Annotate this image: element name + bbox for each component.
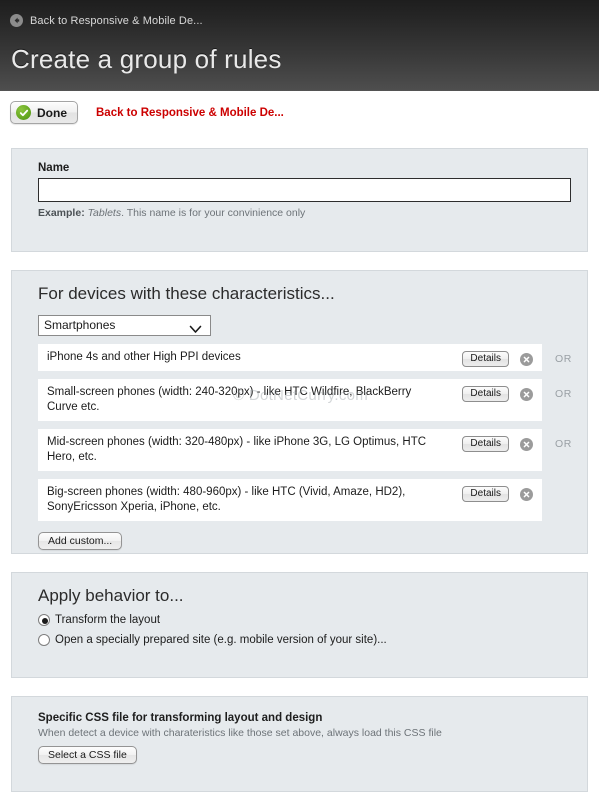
device-row: Small-screen phones (width: 240-320px) -… [38,379,571,421]
or-label: OR [555,388,572,400]
name-hint: Example: Tablets. This name is for your … [38,207,587,219]
radio-button[interactable] [38,614,50,626]
details-button[interactable]: Details [462,436,509,452]
behavior-panel-title: Apply behavior to... [38,586,184,605]
delete-circle-icon[interactable] [520,437,533,451]
device-row-controls: Details [462,486,533,502]
name-input[interactable] [38,178,571,202]
css-panel-description: When detect a device with charateristics… [38,727,442,739]
device-row-controls: Details [462,436,533,452]
device-row-controls: Details [462,351,533,367]
toolbar-back-link[interactable]: Back to Responsive & Mobile De... [96,107,284,119]
name-hint-prefix: Example: [38,207,88,219]
or-label: OR [555,353,572,365]
name-hint-suffix: . This name is for your convinience only [121,207,306,219]
name-hint-example: Tablets [87,207,122,219]
title-bar: Back to Responsive & Mobile De... Create… [0,0,599,91]
device-type-select[interactable]: Smartphones [38,315,211,336]
device-row-label: Big-screen phones (width: 480-960px) - l… [47,486,406,513]
arrow-left-circle-icon [10,14,23,27]
device-row-label: iPhone 4s and other High PPI devices [47,351,241,363]
behavior-panel: Apply behavior to... Transform the layou… [11,572,588,678]
behavior-options-group: Transform the layout Open a specially pre… [38,614,587,646]
page-title: Create a group of rules [11,44,282,74]
behavior-option[interactable]: Open a specially prepared site (e.g. mob… [38,634,587,646]
check-circle-icon [16,105,31,120]
device-row: iPhone 4s and other High PPI devices Deta… [38,344,571,371]
radio-button[interactable] [38,634,50,646]
done-button-label: Done [37,105,67,120]
details-button[interactable]: Details [462,386,509,402]
name-label: Name [38,162,70,174]
behavior-option-label: Open a specially prepared site (e.g. mob… [55,634,387,646]
behavior-option[interactable]: Transform the layout [38,614,587,626]
delete-circle-icon[interactable] [520,487,533,501]
chevron-down-icon [189,321,202,340]
toolbar: Done Back to Responsive & Mobile De... [0,91,599,135]
or-label: OR [555,438,572,450]
css-panel-title: Specific CSS file for transforming layou… [38,712,323,724]
device-row: Big-screen phones (width: 480-960px) - l… [38,479,542,521]
add-custom-button[interactable]: Add custom... [38,532,123,550]
device-type-select-value: Smartphones [44,318,116,332]
devices-panel-title: For devices with these characteristics..… [38,284,335,303]
name-panel: Name Example: Tablets. This name is for … [11,148,588,252]
device-rows-list: iPhone 4s and other High PPI devices Deta… [38,344,587,521]
delete-circle-icon[interactable] [520,352,533,366]
done-button[interactable]: Done [10,101,78,124]
css-panel: Specific CSS file for transforming layou… [11,696,588,792]
header-back-link[interactable]: Back to Responsive & Mobile De... [0,0,599,30]
select-css-file-button[interactable]: Select a CSS file [38,746,137,764]
device-row-controls: Details [462,386,533,402]
device-row-label: Mid-screen phones (width: 320-480px) - l… [47,436,427,463]
header-back-label: Back to Responsive & Mobile De... [30,14,203,27]
details-button[interactable]: Details [462,486,509,502]
device-row: Mid-screen phones (width: 320-480px) - l… [38,429,571,471]
details-button[interactable]: Details [462,351,509,367]
devices-panel: For devices with these characteristics..… [11,270,588,554]
behavior-option-label: Transform the layout [55,614,161,626]
delete-circle-icon[interactable] [520,387,533,401]
device-row-label: Small-screen phones (width: 240-320px) -… [47,386,412,413]
